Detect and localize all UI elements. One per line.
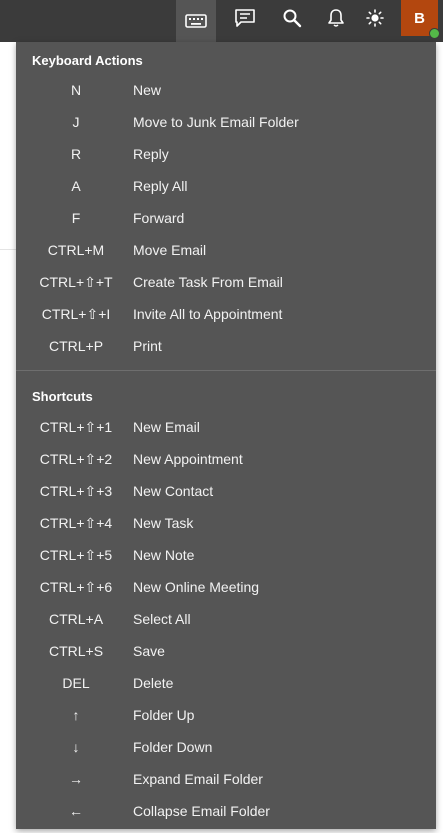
shortcut-row: CTRL+⇧+4 New Task [16, 507, 436, 539]
shortcut-key: R [70, 146, 82, 162]
notifications-button[interactable] [316, 0, 356, 36]
shortcut-action: Move to Junk Email Folder [133, 114, 299, 130]
shortcut-row: J Move to Junk Email Folder [16, 106, 436, 138]
keyboard-shortcuts-panel: Keyboard Actions N New J Move to Junk Email… [16, 42, 436, 829]
shortcut-action: Folder Down [133, 739, 213, 755]
shortcut-action: New Note [133, 547, 195, 563]
shortcut-key: A [71, 178, 81, 194]
shortcut-action: New [133, 82, 162, 98]
shortcut-key: J [72, 114, 80, 130]
shortcut-action: Forward [133, 210, 185, 226]
shortcut-action: Save [133, 643, 165, 659]
shortcut-row: → Expand Email Folder [16, 763, 436, 795]
shortcut-action: New Task [133, 515, 194, 531]
shortcut-key: CTRL+⇧+5 [39, 546, 113, 563]
section-divider [16, 370, 436, 371]
shortcut-row: ← Collapse Email Folder [16, 795, 436, 827]
shortcut-key: CTRL+P [48, 338, 104, 354]
shortcut-row: CTRL+⇧+3 New Contact [16, 475, 436, 507]
shortcut-row: CTRL+⇧+1 New Email [16, 411, 436, 443]
shortcut-key: CTRL+⇧+1 [39, 418, 113, 435]
shortcut-action: Reply [133, 146, 169, 162]
search-button[interactable] [272, 0, 312, 36]
shortcut-action: Move Email [133, 242, 207, 258]
shortcut-key: CTRL+⇧+T [39, 273, 113, 290]
shortcut-key: CTRL+⇧+I [41, 305, 111, 322]
shortcut-key: CTRL+M [47, 242, 105, 258]
shortcut-key: CTRL+⇧+2 [39, 450, 113, 467]
shortcut-key: CTRL+⇧+6 [39, 578, 113, 595]
shortcuts-title: Shortcuts [32, 389, 93, 404]
shortcut-action: New Email [133, 419, 200, 435]
shortcut-key: ↑ [72, 707, 80, 723]
shortcut-row: CTRL+A Select All [16, 603, 436, 635]
shortcut-row: R Reply [16, 138, 436, 170]
keyboard-shortcuts-button[interactable] [176, 0, 216, 42]
shortcut-row: CTRL+⇧+T Create Task From Email [16, 266, 436, 298]
shortcut-row: CTRL+⇧+6 New Online Meeting [16, 571, 436, 603]
shortcut-row: CTRL+S Save [16, 635, 436, 667]
shortcut-key: ← [69, 803, 83, 819]
shortcut-row: ↓ Folder Down [16, 731, 436, 763]
shortcut-key: DEL [62, 675, 90, 691]
shortcut-row: DEL Delete [16, 667, 436, 699]
feedback-button[interactable] [225, 0, 265, 36]
shortcut-row: CTRL+⇧+5 New Note [16, 539, 436, 571]
keyboard-icon [185, 14, 207, 28]
shortcut-row: CTRL+M Move Email [16, 234, 436, 266]
shortcut-action: Expand Email Folder [133, 771, 263, 787]
shortcut-key: CTRL+A [48, 611, 104, 627]
avatar-initial: B [414, 9, 425, 27]
shortcut-action: Create Task From Email [133, 274, 283, 290]
shortcut-key: F [71, 210, 81, 226]
shortcut-action: Delete [133, 675, 174, 691]
bell-icon [328, 9, 344, 27]
search-icon [283, 9, 302, 28]
theme-toggle-button[interactable] [355, 0, 395, 36]
keyboard-actions-title: Keyboard Actions [32, 53, 143, 68]
feedback-icon [235, 9, 255, 27]
shortcut-row: CTRL+⇧+I Invite All to Appointment [16, 298, 436, 330]
background-divider [0, 249, 16, 250]
shortcut-row: ↑ Folder Up [16, 699, 436, 731]
presence-status-indicator [429, 28, 440, 39]
shortcut-key: CTRL+⇧+4 [39, 514, 113, 531]
shortcut-row: A Reply All [16, 170, 436, 202]
shortcut-action: Select All [133, 611, 191, 627]
shortcut-key: N [70, 82, 82, 98]
shortcut-action: New Online Meeting [133, 579, 260, 595]
shortcut-action: Collapse Email Folder [133, 803, 270, 819]
shortcut-row: CTRL+P Print [16, 330, 436, 362]
shortcut-action: Reply All [133, 178, 188, 194]
shortcut-key: ↓ [72, 739, 80, 755]
shortcut-row: F Forward [16, 202, 436, 234]
shortcut-action: New Appointment [133, 451, 243, 467]
shortcut-key: → [69, 771, 83, 787]
shortcut-key: CTRL+⇧+3 [39, 482, 113, 499]
shortcut-action: Folder Up [133, 707, 195, 723]
shortcut-row: N New [16, 74, 436, 106]
shortcut-key: CTRL+S [48, 643, 104, 659]
shortcut-action: New Contact [133, 483, 214, 499]
top-bar: B [0, 0, 443, 42]
brightness-icon [366, 9, 384, 27]
shortcut-action: Invite All to Appointment [133, 306, 283, 322]
shortcut-action: Print [133, 338, 162, 354]
shortcut-row: CTRL+⇧+2 New Appointment [16, 443, 436, 475]
